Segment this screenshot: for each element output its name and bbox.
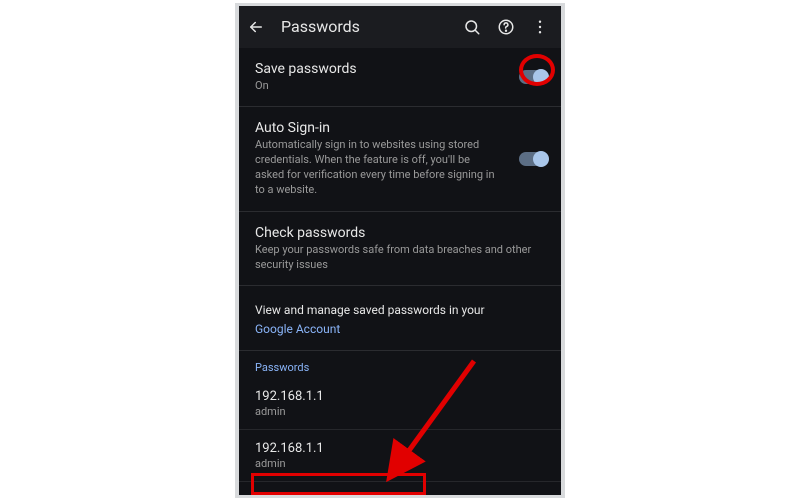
search-icon[interactable] (461, 16, 483, 38)
auto-sign-in-toggle[interactable] (519, 152, 547, 166)
app-bar: Passwords (239, 6, 561, 48)
manage-prefix: View and manage saved passwords in your (255, 303, 485, 317)
check-passwords-title: Check passwords (255, 225, 545, 241)
save-passwords-row[interactable]: Save passwords On (239, 48, 561, 108)
auto-sign-in-description: Automatically sign in to websites using … (255, 138, 495, 197)
manage-passwords-row[interactable]: View and manage saved passwords in your … (239, 286, 561, 351)
save-passwords-toggle[interactable] (519, 70, 547, 84)
page-title: Passwords (281, 17, 449, 36)
entry-user: admin (255, 457, 545, 470)
passwords-list-header: Passwords (239, 351, 561, 378)
check-passwords-description: Keep your passwords safe from data breac… (255, 243, 545, 273)
google-account-link[interactable]: Google Account (255, 322, 340, 336)
more-vertical-icon[interactable] (529, 16, 551, 38)
auto-sign-in-row[interactable]: Auto Sign-in Automatically sign in to we… (239, 107, 561, 211)
manage-passwords-text: View and manage saved passwords in your … (255, 303, 485, 336)
device-frame: Passwords Save passwords On Auto Sign-in… (235, 3, 565, 498)
back-icon[interactable] (245, 16, 267, 38)
save-passwords-status: On (255, 79, 545, 94)
password-entry[interactable]: 192.168.1.1 admin (239, 378, 561, 430)
password-entry[interactable]: 192.168.1.1 admin (239, 430, 561, 482)
help-icon[interactable] (495, 16, 517, 38)
entry-domain: 192.168.1.1 (255, 441, 545, 456)
entry-domain: accounts.google.com (255, 493, 545, 497)
save-passwords-title: Save passwords (255, 61, 545, 77)
check-passwords-row[interactable]: Check passwords Keep your passwords safe… (239, 212, 561, 287)
entry-domain: 192.168.1.1 (255, 389, 545, 404)
password-entry[interactable]: accounts.google.com (239, 482, 561, 497)
auto-sign-in-title: Auto Sign-in (255, 120, 545, 136)
entry-user: admin (255, 405, 545, 418)
